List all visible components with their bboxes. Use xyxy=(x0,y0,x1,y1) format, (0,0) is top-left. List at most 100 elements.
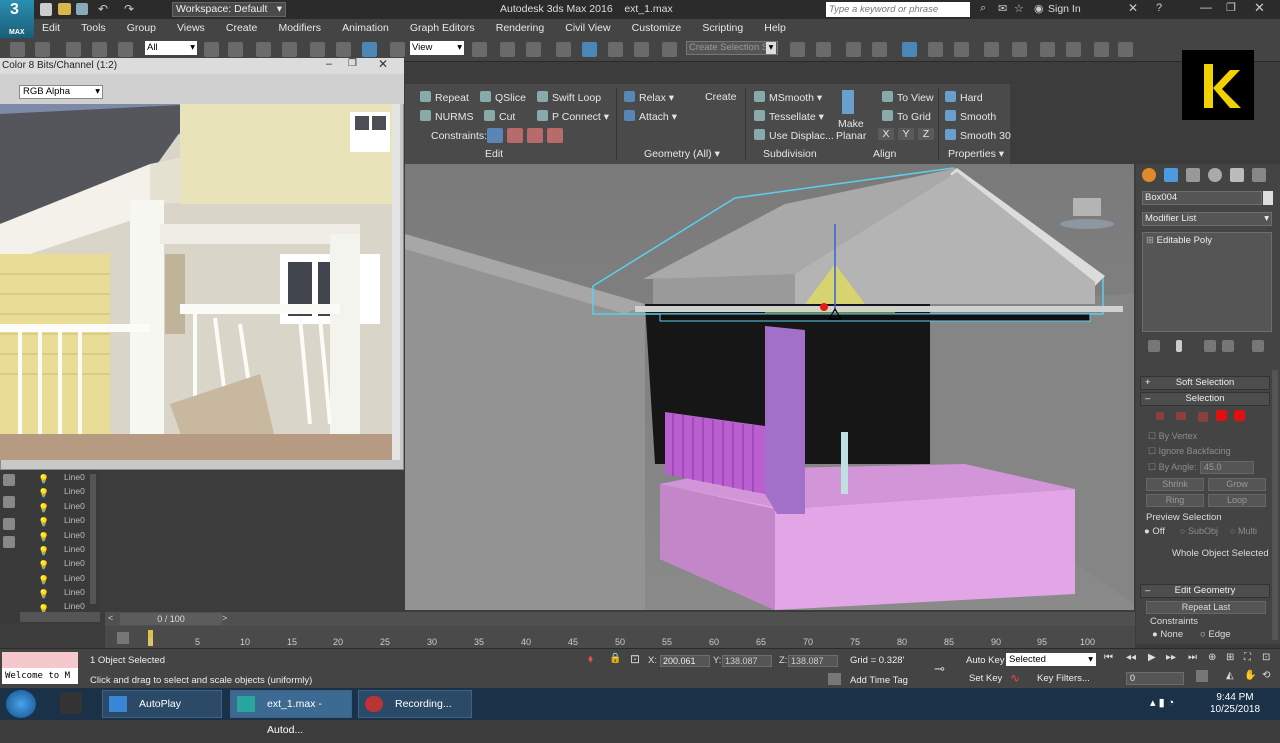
window-crossing-icon[interactable] xyxy=(282,42,297,57)
user-icon[interactable]: ◉ xyxy=(1034,2,1044,15)
select-object-icon[interactable] xyxy=(204,42,219,57)
display-tab-icon[interactable] xyxy=(1230,168,1244,182)
a360-gallery-icon[interactable] xyxy=(1118,42,1133,57)
perspective-viewport[interactable] xyxy=(405,164,1134,610)
pinned-app-icon[interactable] xyxy=(60,692,82,714)
undo-toolbar-icon[interactable] xyxy=(10,42,25,57)
mini-curve-editor-icon[interactable] xyxy=(117,632,129,644)
menu-tools[interactable]: Tools xyxy=(81,22,106,34)
constraint-face-icon[interactable] xyxy=(527,128,543,143)
zoom-extents-icon[interactable]: ⛶ xyxy=(1244,652,1251,663)
orbit-icon[interactable]: ⟲ xyxy=(1262,670,1270,681)
undo-icon[interactable]: ↶ xyxy=(98,2,108,16)
render-production-icon[interactable] xyxy=(1066,42,1081,57)
redo-icon[interactable]: ↷ xyxy=(124,2,134,16)
select-manipulate-icon[interactable] xyxy=(500,42,515,57)
maximize-window-icon[interactable]: ❐ xyxy=(1226,1,1236,14)
modifier-list-dropdown[interactable]: Modifier List ▾ xyxy=(1142,212,1272,226)
ribbon-geometry-section-label[interactable]: Geometry (All) ▾ xyxy=(644,148,720,160)
rectangular-selection-icon[interactable] xyxy=(256,42,271,57)
smooth-button[interactable]: Smooth xyxy=(945,110,996,123)
render-in-cloud-icon[interactable] xyxy=(1094,42,1109,57)
repeat-last-button[interactable]: Repeat Last xyxy=(1146,601,1266,614)
time-prev-icon[interactable]: < xyxy=(108,613,113,623)
new-file-icon[interactable] xyxy=(40,3,52,19)
next-frame-icon[interactable]: ▸▸ xyxy=(1166,652,1176,663)
close-icon[interactable]: ✕ xyxy=(378,57,388,71)
hard-button[interactable]: Hard xyxy=(945,91,983,104)
edge-icon[interactable] xyxy=(1176,412,1186,420)
zoom-all-icon[interactable]: ⊞ xyxy=(1226,652,1234,663)
maxscript-welcome-output[interactable]: Welcome to M xyxy=(2,668,78,684)
use-displacement-button[interactable]: Use Displac... xyxy=(754,129,834,142)
list-item[interactable]: Line0 xyxy=(64,558,88,568)
align-icon[interactable] xyxy=(816,42,831,57)
angle-spinner[interactable]: 45.0 xyxy=(1200,461,1254,474)
stack-item-editable-poly[interactable]: ⊞ Editable Poly xyxy=(1146,235,1212,246)
polygon-icon[interactable] xyxy=(1216,410,1227,421)
ring-button[interactable]: Ring xyxy=(1146,494,1204,507)
list-item[interactable]: Line0 xyxy=(64,587,88,597)
minimize-icon[interactable]: – xyxy=(326,58,332,70)
by-vertex-checkbox[interactable]: ☐ By Vertex xyxy=(1148,431,1197,442)
tessellate-button[interactable]: Tessellate ▾ xyxy=(754,110,824,123)
gizmo-center[interactable] xyxy=(820,303,828,311)
rotate-icon[interactable] xyxy=(336,42,351,57)
absolute-mode-icon[interactable]: ⊡ xyxy=(630,652,640,666)
element-icon[interactable] xyxy=(1234,410,1245,421)
redo-toolbar-icon[interactable] xyxy=(35,42,50,57)
modifier-stack[interactable] xyxy=(1142,232,1272,332)
create-tab-icon[interactable] xyxy=(1142,168,1156,182)
constraint-none-icon[interactable] xyxy=(487,128,503,143)
mirror-icon[interactable] xyxy=(790,42,805,57)
shrink-button[interactable]: Shrink xyxy=(1146,478,1204,491)
key-mode-icon[interactable]: ⊸ xyxy=(934,661,945,677)
ribbon-toggle-icon[interactable] xyxy=(902,42,917,57)
grow-button[interactable]: Grow xyxy=(1208,478,1266,491)
pivot-center-icon[interactable] xyxy=(472,42,487,57)
go-to-start-icon[interactable]: ⏮ xyxy=(1104,652,1113,663)
maximize-icon[interactable]: ❐ xyxy=(348,58,357,69)
menu-scripting[interactable]: Scripting xyxy=(702,22,743,34)
y-coord-field[interactable]: 138.087 xyxy=(722,655,772,667)
command-panel-scrollbar[interactable] xyxy=(1272,370,1278,640)
selection-lock-icon[interactable]: 🔒 xyxy=(609,653,621,664)
minimize-window-icon[interactable]: — xyxy=(1200,0,1212,14)
percent-snap-icon[interactable] xyxy=(608,42,623,57)
lightbulb-icons[interactable]: 💡 💡 💡 💡 💡 💡 💡 💡 💡 💡 xyxy=(38,472,49,616)
place-icon[interactable] xyxy=(390,42,405,57)
list-item[interactable]: Line0 xyxy=(64,530,88,540)
align-x-button[interactable]: X xyxy=(878,128,894,140)
remove-modifier-icon[interactable] xyxy=(1222,340,1234,352)
menu-customize[interactable]: Customize xyxy=(632,22,682,34)
z-coord-field[interactable]: 138.087 xyxy=(788,655,838,667)
frame-window-scrollbar[interactable] xyxy=(392,104,400,460)
repeat-button[interactable]: Repeat xyxy=(420,91,469,104)
geometry-filter-icon[interactable] xyxy=(3,518,15,530)
align-z-button[interactable]: Z xyxy=(918,128,934,140)
help-icon[interactable]: ? xyxy=(1156,2,1162,14)
time-next-icon[interactable]: > xyxy=(222,613,227,623)
select-by-name-icon[interactable] xyxy=(228,42,243,57)
selection-filter-dropdown[interactable]: All ▾ xyxy=(145,41,197,55)
modify-tab-icon[interactable] xyxy=(1164,168,1178,182)
time-slider[interactable]: 0 / 100 xyxy=(120,613,222,625)
porch-column[interactable] xyxy=(765,326,805,514)
border-icon[interactable] xyxy=(1198,412,1208,422)
preview-subobj-radio[interactable]: ○ SubObj xyxy=(1180,526,1218,536)
make-planar-icon[interactable] xyxy=(842,90,854,114)
utilities-tab-icon[interactable] xyxy=(1252,168,1266,182)
vertex-icon[interactable] xyxy=(1156,412,1164,420)
named-selection-set-input[interactable]: Create Selection Se ▾ xyxy=(686,41,778,55)
material-editor-icon[interactable] xyxy=(984,42,999,57)
nurms-button[interactable]: NURMS xyxy=(420,110,474,123)
open-file-icon[interactable] xyxy=(58,3,71,18)
search-input[interactable]: Type a keyword or phrase xyxy=(826,2,970,17)
qslice-button[interactable]: QSlice xyxy=(480,91,526,104)
p-connect-button[interactable]: P Connect ▾ xyxy=(537,110,609,123)
maxscript-listener-input[interactable] xyxy=(2,652,78,668)
align-y-button[interactable]: Y xyxy=(898,128,914,140)
exchange-icon[interactable]: ✕ xyxy=(1128,1,1138,15)
set-key-button[interactable]: Set Key xyxy=(969,673,1002,684)
system-tray-icons[interactable]: ▴ ▮ ◔ xyxy=(1150,696,1174,709)
